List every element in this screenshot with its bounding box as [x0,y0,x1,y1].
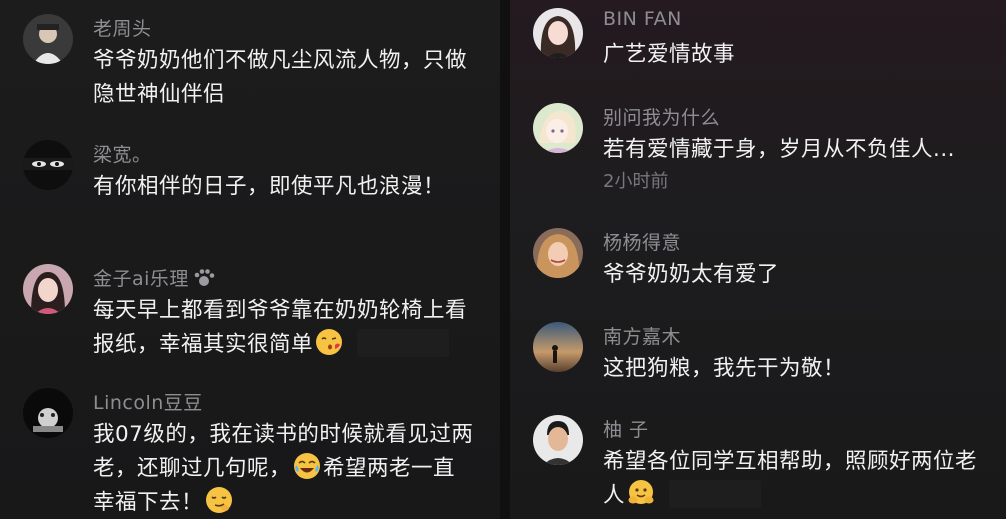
avatar[interactable] [533,322,583,372]
username[interactable]: 杨杨得意 [603,228,681,255]
avatar[interactable] [23,264,73,314]
avatar[interactable] [533,415,583,465]
comment-item[interactable]: 别问我为什么 若有爱情藏于身，岁月从不负佳人... 2小时前 [533,103,1003,193]
avatar[interactable] [533,103,583,153]
comment-item[interactable]: Lincoln豆豆 我07级的，我在读书的时候就看见过两 老，还聊过几句呢， 希望… [23,388,493,515]
tears-of-joy-emoji [293,452,321,480]
comment-text: 每天早上都看到爷爷靠在奶奶轮椅上看 报纸，幸福其实很简单 [93,294,493,362]
kiss-face-emoji [315,328,343,356]
comment-line: 爷爷奶奶他们不做凡尘风流人物，只做 [93,48,468,73]
comment-line: 幸福下去！ [93,486,493,519]
avatar[interactable] [23,140,73,190]
panel-divider [500,0,510,519]
username[interactable]: 别问我为什么 [603,103,720,130]
smirk-face-emoji [205,486,233,514]
comment-line: 这把狗粮，我先干为敬！ [603,356,846,381]
comment-text: 希望各位同学互相帮助，照顾好两位老 人 [603,445,1003,513]
comment-line: 广艺爱情故事 [603,42,736,67]
comment-panel-left: 老周头 爷爷奶奶他们不做凡尘风流人物，只做 隐世神仙伴侣 梁宽。 有你相伴的日子… [0,0,500,519]
username[interactable]: 金子ai乐理 [93,264,215,291]
comment-item[interactable]: 金子ai乐理 每天早上都看到爷爷靠在奶奶轮椅上看 报纸，幸福其实很简单 [23,264,493,357]
redacted-block [669,480,762,508]
comment-line: 若有爱情藏于身，岁月从不负佳人... [603,137,956,162]
username-text[interactable]: 金子ai乐理 [93,268,189,290]
comment-line: 每天早上都看到爷爷靠在奶奶轮椅上看 [93,298,468,323]
avatar[interactable] [533,8,583,58]
comment-text: 爷爷奶奶他们不做凡尘风流人物，只做 隐世神仙伴侣 [93,44,493,112]
comment-panel-right: BIN FAN 广艺爱情故事 别问我为什么 若有爱情藏于身，岁月从不负佳人...… [510,0,1006,519]
username[interactable]: BIN FAN [603,8,682,30]
comment-line-text: 老，还聊过几句呢， [93,456,292,481]
comment-line-text: 人 [603,483,626,508]
comment-line: 隐世神仙伴侣 [93,82,226,107]
comment-item[interactable]: 老周头 爷爷奶奶他们不做凡尘风流人物，只做 隐世神仙伴侣 [23,14,493,107]
comment-item[interactable]: BIN FAN 广艺爱情故事 [533,8,1003,68]
comment-line-text: 报纸，幸福其实很简单 [93,332,314,357]
comment-text: 广艺爱情故事 [603,38,1003,72]
comment-line-text: 希望两老一直 [323,456,456,481]
comment-line: 爷爷奶奶太有爱了 [603,262,780,287]
timestamp: 2小时前 [603,171,669,192]
comment-text: 若有爱情藏于身，岁月从不负佳人... [603,133,1003,167]
comment-text: 有你相伴的日子，即使平凡也浪漫！ [93,170,493,204]
paw-icon [193,268,215,288]
username[interactable]: Lincoln豆豆 [93,388,203,415]
hugging-face-emoji [627,479,655,507]
comment-text: 我07级的，我在读书的时候就看见过两 老，还聊过几句呢， 希望两老一直 幸福下去！ [93,418,493,519]
comment-item[interactable]: 梁宽。 有你相伴的日子，即使平凡也浪漫！ [23,140,493,200]
avatar[interactable] [533,228,583,278]
comment-text: 这把狗粮，我先干为敬！ [603,352,1003,386]
comment-line: 有你相伴的日子，即使平凡也浪漫！ [93,174,446,199]
username[interactable]: 南方嘉木 [603,322,681,349]
avatar[interactable] [23,388,73,438]
redacted-block [357,329,450,357]
comment-item[interactable]: 柚 子 希望各位同学互相帮助，照顾好两位老 人 [533,415,1003,515]
comment-line-text: 幸福下去！ [93,490,204,515]
comment-line: 报纸，幸福其实很简单 [93,328,493,362]
username[interactable]: 柚 子 [603,415,649,442]
comment-line: 希望各位同学互相帮助，照顾好两位老 [603,449,978,474]
comment-line: 老，还聊过几句呢， 希望两老一直 [93,452,493,486]
username[interactable]: 梁宽。 [93,140,152,167]
avatar[interactable] [23,14,73,64]
comment-line: 我07级的，我在读书的时候就看见过两 [93,422,474,447]
comment-item[interactable]: 杨杨得意 爷爷奶奶太有爱了 [533,228,1003,288]
comment-line: 人 [603,479,1003,513]
comment-item[interactable]: 南方嘉木 这把狗粮，我先干为敬！ [533,322,1003,382]
username[interactable]: 老周头 [93,14,152,41]
comment-text: 爷爷奶奶太有爱了 [603,258,1003,292]
